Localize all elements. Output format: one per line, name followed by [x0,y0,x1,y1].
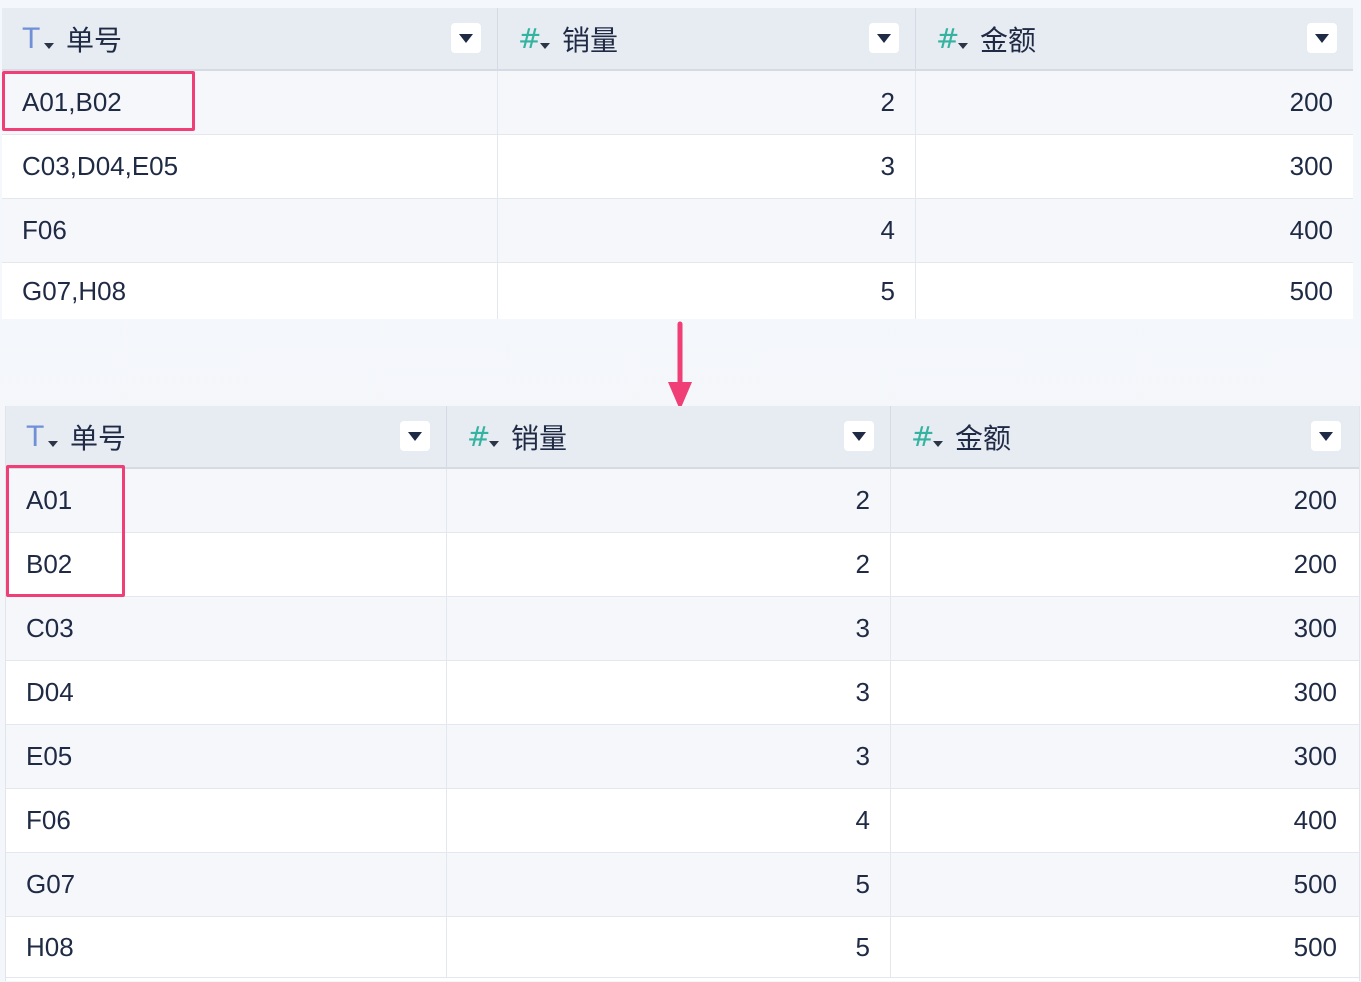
cell-order-no[interactable]: E05 [6,725,447,788]
cell-amount[interactable]: 400 [891,789,1357,852]
cell-amount[interactable]: 200 [891,533,1357,596]
table-row[interactable]: C03,D04,E05 3 300 [2,135,1353,199]
table-row[interactable]: A01,B02 2 200 [2,71,1353,135]
column-header-order-no[interactable]: T 单号 [2,8,498,69]
table-row[interactable]: F06 4 400 [2,199,1353,263]
cell-sales[interactable]: 5 [447,853,891,916]
cell-sales[interactable]: 5 [498,263,916,319]
cell-amount[interactable]: 400 [916,199,1353,262]
cell-order-no[interactable]: D04 [6,661,447,724]
text-type-icon[interactable]: T [26,419,66,455]
table-row[interactable]: E05 3 300 [6,725,1359,789]
cell-order-no[interactable]: C03 [6,597,447,660]
number-type-icon[interactable]: # [936,21,976,57]
dropdown-icon[interactable] [451,23,481,53]
column-header-order-no[interactable]: T 单号 [6,406,447,467]
dropdown-icon[interactable] [844,421,874,451]
dropdown-icon[interactable] [1311,421,1341,451]
column-label: 销量 [511,421,568,455]
table-row[interactable]: A01 2 200 [6,469,1359,533]
cell-order-no[interactable]: G07,H08 [2,263,498,319]
table-header: T 单号 # 销量 # 金额 [2,8,1353,71]
column-header-sales[interactable]: # 销量 [498,8,916,69]
cell-order-no[interactable]: A01,B02 [2,71,498,134]
column-label: 金额 [955,421,1012,455]
after-table: T 单号 # 销量 # 金额 A01 2 200 B02 2 200 C03 3 [5,406,1360,981]
column-header-amount[interactable]: # 金额 [916,8,1353,69]
table-row[interactable]: D04 3 300 [6,661,1359,725]
cell-sales[interactable]: 2 [447,469,891,532]
column-label: 金额 [980,23,1037,57]
cell-sales[interactable]: 5 [447,917,891,977]
cell-order-no[interactable]: A01 [6,469,447,532]
dropdown-icon[interactable] [869,23,899,53]
cell-sales[interactable]: 3 [447,661,891,724]
table-row[interactable]: H08 5 500 [6,917,1359,978]
cell-sales[interactable]: 3 [447,725,891,788]
cell-amount[interactable]: 300 [891,725,1357,788]
table-body: A01 2 200 B02 2 200 C03 3 300 D04 3 300 … [6,469,1359,978]
cell-order-no[interactable]: B02 [6,533,447,596]
column-header-amount[interactable]: # 金额 [891,406,1357,467]
number-type-icon[interactable]: # [467,419,507,455]
table-row[interactable]: C03 3 300 [6,597,1359,661]
cell-sales[interactable]: 2 [498,71,916,134]
table-row[interactable]: B02 2 200 [6,533,1359,597]
cell-order-no[interactable]: H08 [6,917,447,977]
number-type-icon[interactable]: # [518,21,558,57]
cell-sales[interactable]: 3 [447,597,891,660]
cell-order-no[interactable]: C03,D04,E05 [2,135,498,198]
dropdown-icon[interactable] [1307,23,1337,53]
dropdown-icon[interactable] [400,421,430,451]
cell-amount[interactable]: 500 [891,917,1357,977]
cell-sales[interactable]: 4 [498,199,916,262]
cell-amount[interactable]: 500 [891,853,1357,916]
cell-sales[interactable]: 3 [498,135,916,198]
number-type-icon[interactable]: # [911,419,951,455]
cell-sales[interactable]: 2 [447,533,891,596]
cell-amount[interactable]: 300 [891,661,1357,724]
cell-order-no[interactable]: F06 [2,199,498,262]
table-row[interactable]: G07 5 500 [6,853,1359,917]
before-table: T 单号 # 销量 # 金额 A01,B02 2 200 C03,D04,E05… [2,8,1353,319]
cell-order-no[interactable]: F06 [6,789,447,852]
cell-amount[interactable]: 500 [916,263,1353,319]
cell-order-no[interactable]: G07 [6,853,447,916]
cell-sales[interactable]: 4 [447,789,891,852]
down-arrow-icon [668,321,692,410]
column-label: 销量 [562,23,619,57]
table-header: T 单号 # 销量 # 金额 [6,406,1359,469]
cell-amount[interactable]: 300 [891,597,1357,660]
cell-amount[interactable]: 300 [916,135,1353,198]
cell-amount[interactable]: 200 [916,71,1353,134]
cell-amount[interactable]: 200 [891,469,1357,532]
column-label: 单号 [70,421,127,455]
column-header-sales[interactable]: # 销量 [447,406,891,467]
table-body: A01,B02 2 200 C03,D04,E05 3 300 F06 4 40… [2,71,1353,319]
table-row[interactable]: F06 4 400 [6,789,1359,853]
text-type-icon[interactable]: T [22,21,62,57]
column-label: 单号 [66,23,123,57]
table-row[interactable]: G07,H08 5 500 [2,263,1353,319]
